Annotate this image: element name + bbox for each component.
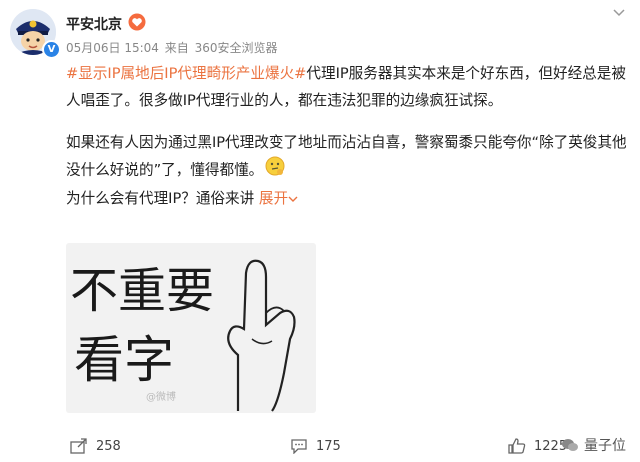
expand-button[interactable]: 展开 xyxy=(259,190,298,207)
comment-button[interactable]: 175 xyxy=(290,438,341,454)
action-bar: 258 175 1225 xyxy=(0,428,640,462)
repost-icon xyxy=(70,438,87,454)
hand-sketch-illustration: 不重要 看字 xyxy=(70,259,296,412)
post-text-line2: 人唱歪了。很多做IP代理行业的人，都在违法犯罪的边缘疯狂试探。 xyxy=(66,92,503,109)
image-text-line2: 看字 xyxy=(74,331,174,389)
post-text-line1: 代理IP服务器其实本来是个好东西，但好经总是被 xyxy=(306,65,626,82)
chevron-down-icon[interactable] xyxy=(612,8,626,18)
comment-count: 175 xyxy=(316,438,341,454)
repost-button[interactable]: 258 xyxy=(70,438,121,454)
post-image[interactable]: 不重要 看字 @微博 xyxy=(66,243,316,413)
source-prefix: 来自 xyxy=(164,41,189,55)
post-date: 05月06日 15:04 xyxy=(66,41,159,55)
like-button[interactable]: 1225 xyxy=(508,438,567,454)
brand-name: 量子位 xyxy=(584,438,626,454)
post-text-para2-line1: 如果还有人因为通过黑IP代理改变了地址而沾沾自喜，警察蜀黍只能夸你“除了英俊其他 xyxy=(66,134,627,151)
author-name[interactable]: 平安北京 xyxy=(66,14,122,34)
thinking-emoji-icon xyxy=(265,156,285,185)
wechat-icon xyxy=(562,439,578,451)
post-meta: 05月06日 15:04 来自 360安全浏览器 xyxy=(66,39,280,56)
image-text-line1: 不重要 xyxy=(70,263,214,319)
post-content: #显示IP属地后IP代理畸形产业爆火#代理IP服务器其实本来是个好东西，但好经总… xyxy=(66,60,630,212)
question-text: 为什么会有代理IP？通俗来讲 xyxy=(66,190,255,207)
like-icon xyxy=(508,438,526,454)
hashtag-link[interactable]: #显示IP属地后IP代理畸形产业爆火# xyxy=(66,65,306,82)
chevron-down-icon xyxy=(288,196,298,202)
verified-badge-icon: V xyxy=(42,40,61,59)
post-text-para2-line2: 没什么好说的”了，懂得都懂。 xyxy=(66,161,264,179)
brand-watermark: 量子位 xyxy=(561,435,626,455)
repost-count: 258 xyxy=(96,438,121,454)
image-watermark: @微博 xyxy=(146,392,176,403)
post-source: 360安全浏览器 xyxy=(194,41,278,55)
comment-icon xyxy=(291,439,307,454)
vip-heart-icon xyxy=(128,13,146,31)
